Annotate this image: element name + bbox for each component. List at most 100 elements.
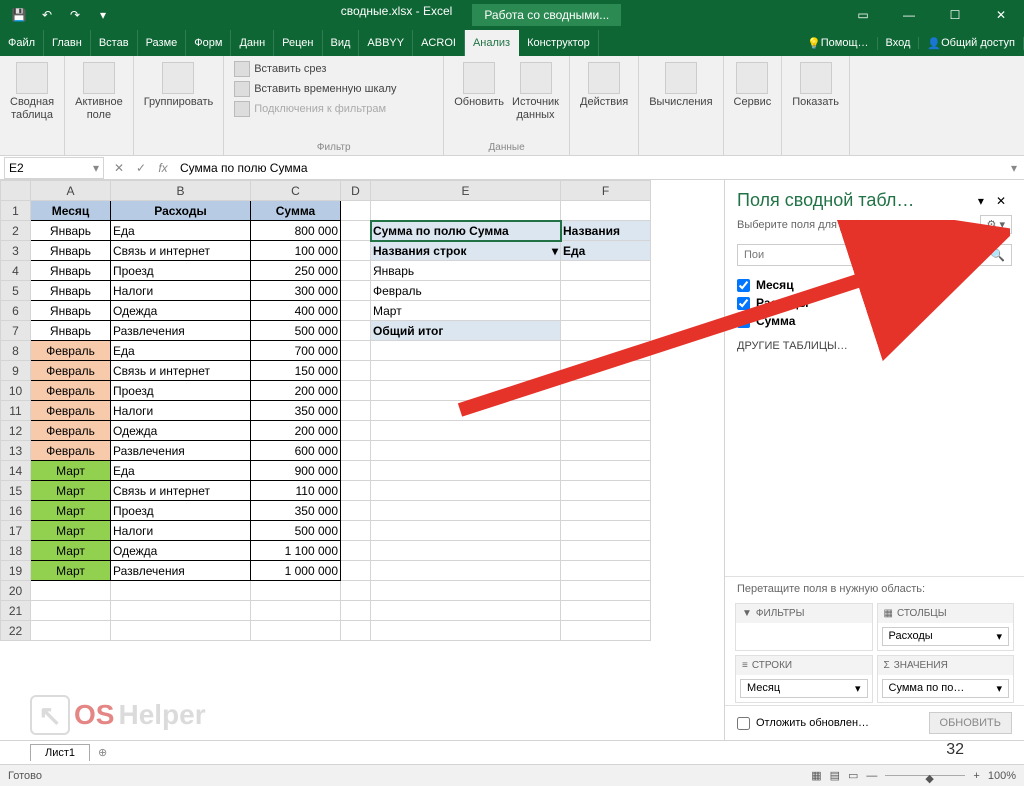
cell[interactable] (561, 401, 651, 421)
new-sheet-button[interactable]: ⊕ (90, 746, 115, 759)
cell-month[interactable]: Февраль (31, 361, 111, 381)
cell[interactable] (561, 421, 651, 441)
signin-button[interactable]: Вход (878, 37, 920, 49)
cell-expense[interactable]: Развлечения (111, 561, 251, 581)
insert-slicer-button[interactable]: Вставить срез (230, 60, 400, 78)
cell-expense[interactable]: Одежда (111, 541, 251, 561)
group-button[interactable]: Группировать (140, 60, 218, 111)
cell[interactable] (561, 561, 651, 581)
header-month[interactable]: Месяц (31, 201, 111, 221)
cell[interactable] (561, 441, 651, 461)
maximize-button[interactable]: ☐ (932, 0, 978, 30)
cell[interactable] (341, 341, 371, 361)
cell-sum[interactable]: 200 000 (251, 421, 341, 441)
cell-month[interactable]: Март (31, 541, 111, 561)
row-header-8[interactable]: 8 (1, 341, 31, 361)
pivot-item[interactable]: Январь (371, 261, 561, 281)
cell-sum[interactable]: 200 000 (251, 381, 341, 401)
cell[interactable] (561, 381, 651, 401)
cell-expense[interactable]: Одежда (111, 421, 251, 441)
cell-month[interactable]: Февраль (31, 401, 111, 421)
columns-area[interactable]: ▦СТОЛБЦЫ Расходы▾ (877, 603, 1015, 651)
tab-layout[interactable]: Разме (138, 30, 187, 56)
pivot-first-col[interactable]: Еда (561, 241, 651, 261)
cell-sum[interactable]: 500 000 (251, 521, 341, 541)
field-checkbox[interactable] (737, 315, 750, 328)
cell[interactable] (341, 601, 371, 621)
cell[interactable] (371, 501, 561, 521)
row-header-19[interactable]: 19 (1, 561, 31, 581)
row-header-3[interactable]: 3 (1, 241, 31, 261)
values-area[interactable]: ΣЗНАЧЕНИЯ Сумма по по…▾ (877, 655, 1015, 703)
column-header-E[interactable]: E (371, 181, 561, 201)
pivot-table-button[interactable]: Сводная таблица (6, 60, 58, 124)
cell[interactable] (31, 581, 111, 601)
row-header-9[interactable]: 9 (1, 361, 31, 381)
cell[interactable] (341, 201, 371, 221)
cell-expense[interactable]: Налоги (111, 401, 251, 421)
zoom-in-button[interactable]: + (973, 770, 979, 782)
row-header-5[interactable]: 5 (1, 281, 31, 301)
cell-expense[interactable]: Развлечения (111, 441, 251, 461)
cell[interactable] (561, 361, 651, 381)
cell-expense[interactable]: Проезд (111, 501, 251, 521)
cell[interactable] (341, 501, 371, 521)
cell-sum[interactable]: 300 000 (251, 281, 341, 301)
area-item-columns[interactable]: Расходы▾ (882, 627, 1010, 646)
cell[interactable] (371, 481, 561, 501)
undo-button[interactable]: ↶ (34, 2, 60, 28)
update-button[interactable]: ОБНОВИТЬ (929, 712, 1012, 734)
calculations-button[interactable]: Вычисления (645, 60, 716, 111)
cell[interactable] (371, 601, 561, 621)
cell[interactable] (111, 601, 251, 621)
cell[interactable] (341, 541, 371, 561)
field-checkbox[interactable] (737, 297, 750, 310)
cell[interactable] (341, 561, 371, 581)
cell[interactable] (561, 501, 651, 521)
other-tables-link[interactable]: ДРУГИЕ ТАБЛИЦЫ… (725, 336, 1024, 364)
pane-close-button[interactable]: ✕ (990, 194, 1012, 208)
filter-connections-button[interactable]: Подключения к фильтрам (230, 100, 400, 118)
cell[interactable] (341, 421, 371, 441)
cell-sum[interactable]: 800 000 (251, 221, 341, 241)
cell[interactable] (561, 261, 651, 281)
cell-month[interactable]: Январь (31, 321, 111, 341)
actions-button[interactable]: Действия (576, 60, 632, 111)
tab-data[interactable]: Данн (231, 30, 274, 56)
cell[interactable] (341, 521, 371, 541)
cell[interactable] (251, 581, 341, 601)
cell-expense[interactable]: Связь и интернет (111, 361, 251, 381)
cell[interactable] (561, 621, 651, 641)
row-header-20[interactable]: 20 (1, 581, 31, 601)
expand-formula-icon[interactable]: ▾ (1004, 161, 1024, 175)
cell[interactable] (371, 341, 561, 361)
cell[interactable] (341, 281, 371, 301)
tab-insert[interactable]: Встав (91, 30, 138, 56)
pivot-sum-header[interactable]: Сумма по полю Сумма (371, 221, 561, 241)
row-header-1[interactable]: 1 (1, 201, 31, 221)
cell-sum[interactable]: 1 100 000 (251, 541, 341, 561)
cell[interactable] (341, 301, 371, 321)
cell-month[interactable]: Январь (31, 241, 111, 261)
cell[interactable] (371, 621, 561, 641)
cell[interactable] (561, 481, 651, 501)
cell[interactable] (341, 461, 371, 481)
cell[interactable] (561, 521, 651, 541)
view-page-button[interactable]: ▤ (830, 769, 840, 782)
cell-expense[interactable]: Одежда (111, 301, 251, 321)
cell-sum[interactable]: 700 000 (251, 341, 341, 361)
data-source-button[interactable]: Источник данных (508, 60, 563, 124)
cell-sum[interactable]: 350 000 (251, 501, 341, 521)
cell[interactable] (371, 541, 561, 561)
cell[interactable] (341, 401, 371, 421)
cell-expense[interactable]: Проезд (111, 261, 251, 281)
tab-home[interactable]: Главн (44, 30, 91, 56)
cell[interactable] (561, 201, 651, 221)
tab-review[interactable]: Рецен (274, 30, 322, 56)
cell[interactable] (561, 581, 651, 601)
cell-expense[interactable]: Еда (111, 341, 251, 361)
cell-month[interactable]: Январь (31, 261, 111, 281)
cell[interactable] (371, 461, 561, 481)
active-field-button[interactable]: Активное поле (71, 60, 127, 124)
cell[interactable] (341, 361, 371, 381)
